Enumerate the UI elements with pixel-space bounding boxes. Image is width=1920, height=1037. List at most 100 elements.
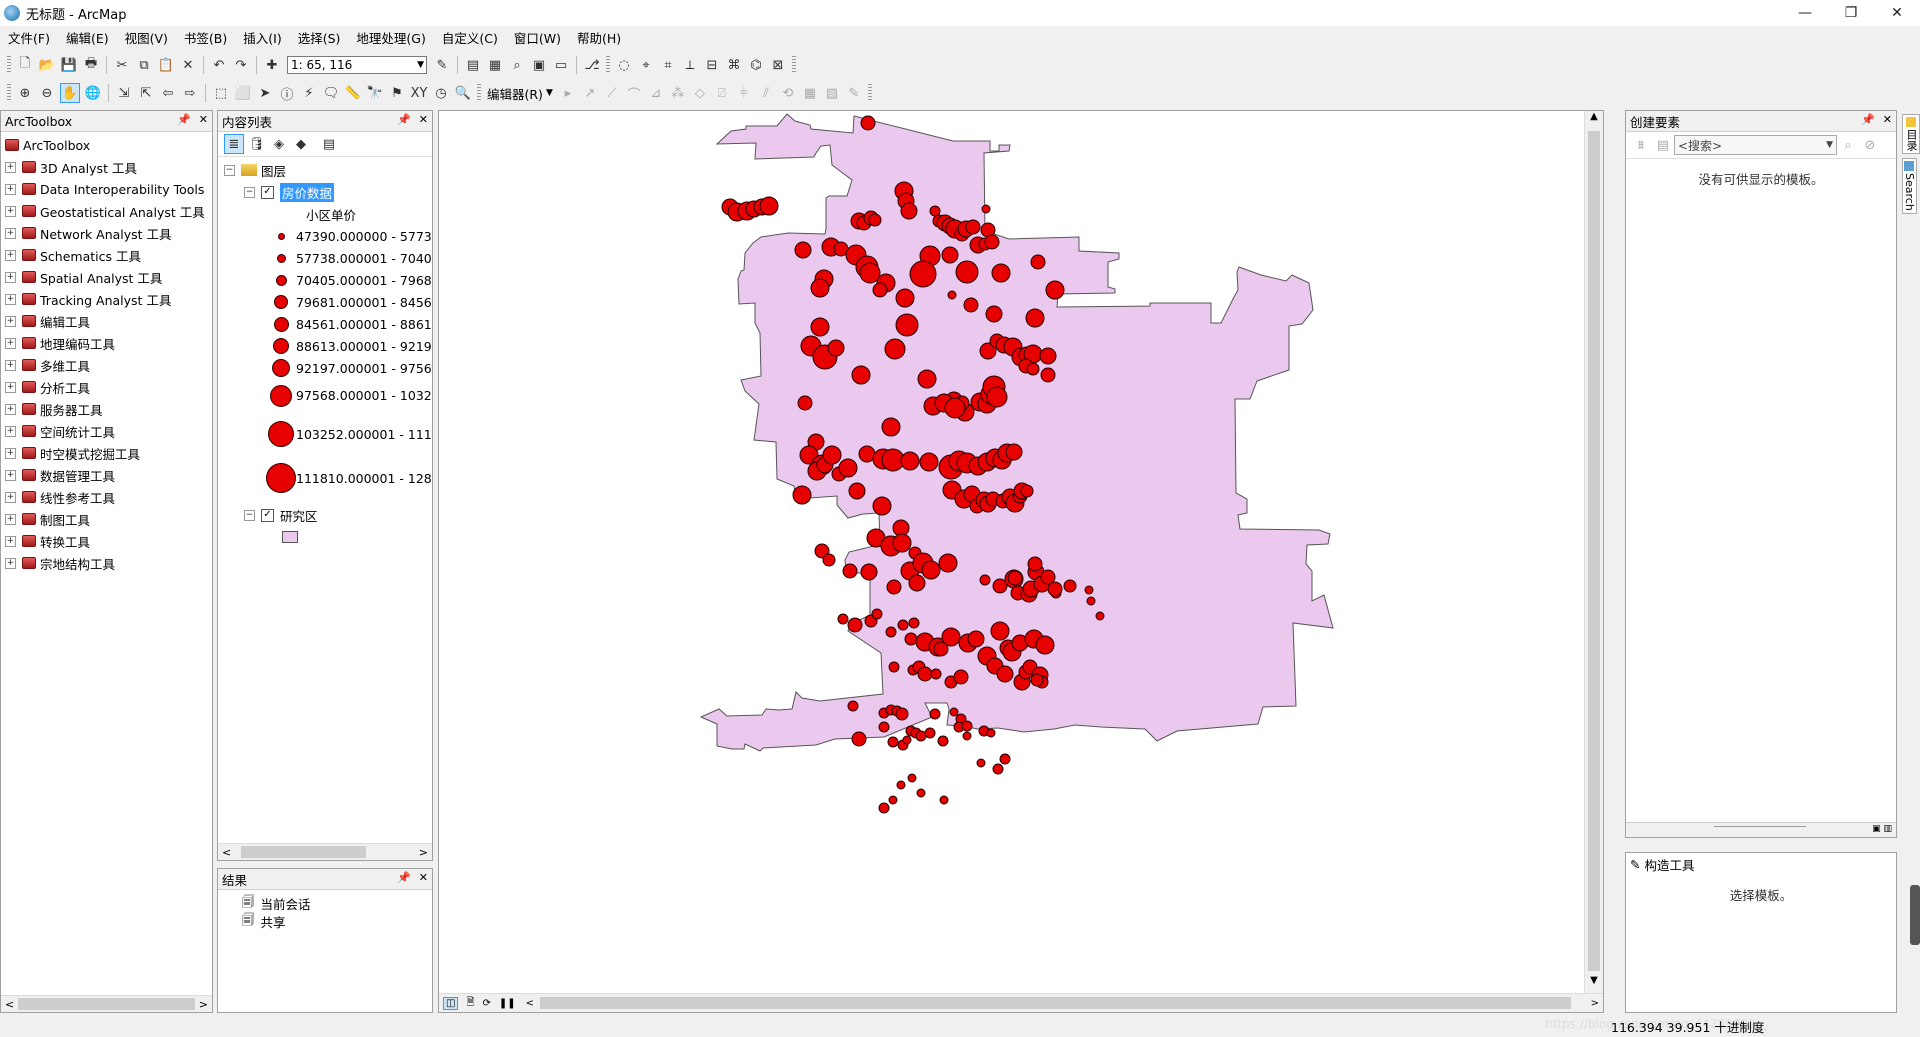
snapping-icon[interactable]: ⌗ xyxy=(659,56,677,74)
horizontal-scrollbar[interactable]: < > xyxy=(1,995,212,1012)
editor-toolbar-icon[interactable]: ✎ xyxy=(433,56,451,74)
close-icon[interactable]: ✕ xyxy=(199,113,208,126)
toolbox-item[interactable]: + Data Interoperability Tools xyxy=(5,178,212,200)
html-popup-icon[interactable]: 🗨 xyxy=(322,84,340,102)
reshape-icon[interactable]: ⍁ xyxy=(713,84,731,102)
arctoolbox-icon[interactable]: ▣ xyxy=(530,56,548,74)
python-icon[interactable]: ▭ xyxy=(552,56,570,74)
catalog-side-tab[interactable]: 目录 xyxy=(1902,114,1920,154)
layer-name[interactable]: 房价数据 xyxy=(280,182,335,202)
clear-search-icon[interactable]: ⊘ xyxy=(1861,136,1879,154)
menu-windows[interactable]: 窗口(W) xyxy=(506,28,569,47)
expand-icon[interactable]: + xyxy=(5,381,16,393)
toolbox-item[interactable]: + 制图工具 xyxy=(5,508,212,530)
georef-icon[interactable]: ◌ xyxy=(615,56,633,74)
collapse-icon[interactable]: − xyxy=(244,186,255,198)
scroll-up-icon[interactable]: ▲ xyxy=(1585,111,1603,127)
back-icon[interactable]: ⇦ xyxy=(159,84,177,102)
menu-edit[interactable]: 编辑(E) xyxy=(58,28,117,47)
toolbox-item[interactable]: + Network Analyst 工具 xyxy=(5,222,212,244)
scroll-right-icon[interactable]: > xyxy=(1591,998,1599,1009)
close-icon[interactable]: ✕ xyxy=(419,871,428,884)
add-data-icon[interactable]: ✚ xyxy=(263,56,281,74)
layer-house-price[interactable]: − ✓ 房价数据 xyxy=(224,181,432,203)
shared-item[interactable]: 🗐 共享 xyxy=(242,912,432,930)
expand-icon[interactable]: + xyxy=(5,249,16,261)
expand-icon[interactable]: + xyxy=(5,513,16,525)
layer-visibility-checkbox[interactable]: ✓ xyxy=(261,185,274,199)
chevron-down-icon[interactable]: ▼ xyxy=(1826,140,1833,150)
pan-icon[interactable]: ✋ xyxy=(60,83,80,103)
refresh-icon[interactable]: ⟳ xyxy=(483,998,491,1009)
toolbox-item[interactable]: + 空间统计工具 xyxy=(5,420,212,442)
effects-icon[interactable]: ⊠ xyxy=(769,56,787,74)
menu-bookmarks[interactable]: 书签(B) xyxy=(176,28,235,47)
splitter[interactable]: ▣ ▥ xyxy=(1626,822,1896,837)
expand-icon[interactable]: + xyxy=(5,425,16,437)
list-by-source-icon[interactable]: 🛢 xyxy=(248,135,266,153)
forward-icon[interactable]: ⇨ xyxy=(181,84,199,102)
data-view-icon[interactable]: ◫ xyxy=(443,996,459,1010)
attributes-icon[interactable]: ▦ xyxy=(801,84,819,102)
catalog-icon[interactable]: ▦ xyxy=(486,56,504,74)
scroll-down-icon[interactable]: ▼ xyxy=(1585,975,1603,991)
pin-icon[interactable]: 📌 xyxy=(397,871,411,884)
straight-segment-icon[interactable]: ⟋ xyxy=(603,84,621,102)
measure-icon[interactable]: 📏 xyxy=(344,84,362,102)
expand-icon[interactable]: + xyxy=(5,403,16,415)
zoom-in-icon[interactable]: ⊕ xyxy=(16,84,34,102)
minimize-button[interactable]: — xyxy=(1782,0,1828,26)
menu-customize[interactable]: 自定义(C) xyxy=(434,28,506,47)
toolbox-item[interactable]: +3D Analyst 工具 xyxy=(5,156,212,178)
toolbox-item[interactable]: + 时空模式挖掘工具 xyxy=(5,442,212,464)
menu-insert[interactable]: 插入(I) xyxy=(235,28,289,47)
undo-icon[interactable]: ↶ xyxy=(210,56,228,74)
toolbox-item[interactable]: + 服务器工具 xyxy=(5,398,212,420)
expand-icon[interactable]: + xyxy=(5,469,16,481)
sketch-properties-icon[interactable]: ▧ xyxy=(823,84,841,102)
table-of-contents-icon[interactable]: ▤ xyxy=(464,56,482,74)
zoom-out-icon[interactable]: ⊖ xyxy=(38,84,56,102)
rotate-icon[interactable]: ⟲ xyxy=(779,84,797,102)
model-builder-icon[interactable]: ⎇ xyxy=(583,56,601,74)
full-extent-icon[interactable]: 🌐 xyxy=(84,84,102,102)
go-to-xy-icon[interactable]: XY xyxy=(410,84,428,102)
geocode-icon[interactable]: ⌘ xyxy=(725,56,743,74)
create-features-icon[interactable]: ✎ xyxy=(845,84,863,102)
toolbar-grip[interactable] xyxy=(7,56,11,74)
organize-templates-icon[interactable]: ▤ xyxy=(1654,136,1672,154)
expand-icon[interactable]: + xyxy=(5,227,16,239)
redo-icon[interactable]: ↷ xyxy=(232,56,250,74)
copy-icon[interactable]: ⧉ xyxy=(135,56,153,74)
fixed-zoom-in-icon[interactable]: ⇲ xyxy=(115,84,133,102)
cut-polygons-icon[interactable]: ⫩ xyxy=(735,84,753,102)
layers-group[interactable]: − 图层 xyxy=(224,159,432,181)
expand-icon[interactable]: + xyxy=(5,271,16,283)
pin-icon[interactable]: 📌 xyxy=(1861,113,1875,126)
search-icon[interactable]: ⌕ xyxy=(1839,136,1857,154)
list-by-drawing-order-icon[interactable]: ≣ xyxy=(224,134,244,154)
close-button[interactable]: ✕ xyxy=(1874,0,1920,26)
tree-root[interactable]: ArcToolbox xyxy=(5,134,212,156)
search-window-icon[interactable]: ⌕ xyxy=(508,56,526,74)
find-route-icon[interactable]: ⚑ xyxy=(388,84,406,102)
horizontal-scrollbar[interactable]: < > xyxy=(218,843,432,860)
toggle-icons[interactable]: ▣ ▥ xyxy=(1872,824,1892,834)
editor-menu[interactable]: 编辑器(R) xyxy=(487,84,543,103)
menu-file[interactable]: 文件(F) xyxy=(0,28,58,47)
paste-icon[interactable]: 📋 xyxy=(157,56,175,74)
toolbox-item[interactable]: + 编辑工具 xyxy=(5,310,212,332)
point-icon[interactable]: ⁂ xyxy=(669,84,687,102)
clear-selection-icon[interactable]: ⬜ xyxy=(234,84,252,102)
expand-icon[interactable]: + xyxy=(5,205,16,217)
select-elements-icon[interactable]: ➤ xyxy=(256,84,274,102)
chevron-down-icon[interactable]: ▼ xyxy=(546,88,553,98)
pause-drawing-icon[interactable]: ❚❚ xyxy=(499,998,516,1009)
options-icon[interactable]: ▤ xyxy=(320,135,338,153)
labeling-icon[interactable]: ⌬ xyxy=(747,56,765,74)
search-side-tab[interactable]: Search xyxy=(1902,158,1917,214)
menu-selection[interactable]: 选择(S) xyxy=(290,28,349,47)
scroll-left-icon[interactable]: < xyxy=(526,998,534,1009)
map-scale-combo[interactable]: 1: 65, 116 ▼ xyxy=(287,56,427,74)
menu-geoprocessing[interactable]: 地理处理(G) xyxy=(348,28,433,47)
